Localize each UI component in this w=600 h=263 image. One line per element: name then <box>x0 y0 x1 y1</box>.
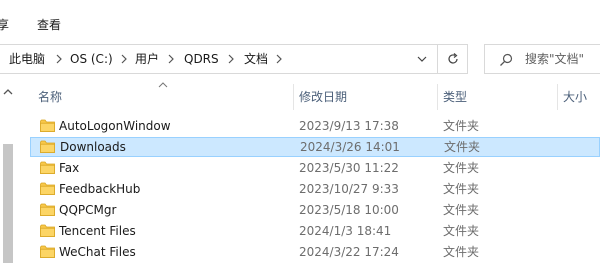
scrollbar-thumb[interactable] <box>3 144 13 263</box>
folder-icon <box>40 203 55 216</box>
file-name: QQPCMgr <box>59 203 117 217</box>
breadcrumb-drive-c[interactable]: OS (C:) <box>70 45 113 73</box>
folder-icon <box>40 140 55 153</box>
file-date-modified: 2023/10/27 9:33 <box>299 182 399 196</box>
file-type: 文件夹 <box>443 245 480 259</box>
file-type: 文件夹 <box>443 182 480 196</box>
folder-icon <box>40 182 55 195</box>
file-row[interactable]: AutoLogonWindow 2023/9/13 17:38 文件夹 <box>30 116 600 136</box>
file-name: Fax <box>59 161 80 175</box>
scroll-up-arrow-icon[interactable] <box>3 88 13 96</box>
file-type: 文件夹 <box>443 119 480 133</box>
column-header-name[interactable]: 名称 <box>38 84 62 110</box>
refresh-icon <box>448 53 458 64</box>
chevron-right-icon[interactable] <box>166 54 176 64</box>
folder-icon <box>40 224 55 237</box>
file-name: WeChat Files <box>59 245 136 259</box>
file-date-modified: 2023/5/18 10:00 <box>299 203 399 217</box>
file-row[interactable]: Fax 2023/5/30 11:22 文件夹 <box>30 158 600 178</box>
chevron-right-icon[interactable] <box>226 54 236 64</box>
navigation-pane-scrollbar[interactable] <box>0 84 16 263</box>
refresh-button[interactable] <box>437 45 467 73</box>
breadcrumb-qdrs[interactable]: QDRS <box>184 45 219 73</box>
file-date-modified: 2024/1/3 18:41 <box>299 224 392 238</box>
file-type: 文件夹 <box>443 161 480 175</box>
file-date-modified: 2024/3/22 17:24 <box>299 245 399 259</box>
folder-icon <box>40 161 55 174</box>
address-history-dropdown[interactable] <box>407 45 437 73</box>
file-row[interactable]: Downloads 2024/3/26 14:01 文件夹 <box>30 137 600 157</box>
chevron-right-icon[interactable] <box>274 54 284 64</box>
file-type: 文件夹 <box>443 203 480 217</box>
breadcrumb-this-pc[interactable]: 此电脑 <box>9 45 45 73</box>
folder-icon <box>40 245 55 258</box>
breadcrumb-documents[interactable]: 文档 <box>244 45 268 73</box>
file-name: AutoLogonWindow <box>59 119 171 133</box>
search-input[interactable]: 搜索"文档" <box>525 45 584 73</box>
file-row[interactable]: FeedbackHub 2023/10/27 9:33 文件夹 <box>30 179 600 199</box>
file-row[interactable]: Tencent Files 2024/1/3 18:41 文件夹 <box>30 221 600 241</box>
file-type: 文件夹 <box>444 140 481 154</box>
chevron-down-icon <box>417 56 427 62</box>
ribbon: 享 查看 <box>0 0 600 38</box>
file-row[interactable]: WeChat Files 2024/3/22 17:24 文件夹 <box>30 242 600 262</box>
ribbon-tab-view[interactable]: 查看 <box>37 17 61 33</box>
chevron-right-icon[interactable] <box>119 54 129 64</box>
column-header-date-modified[interactable]: 修改日期 <box>299 84 347 110</box>
column-divider[interactable] <box>437 84 438 110</box>
ribbon-tab-share[interactable]: 享 <box>0 17 9 33</box>
file-date-modified: 2023/5/30 11:22 <box>299 161 399 175</box>
folder-icon <box>40 119 55 132</box>
chevron-right-icon[interactable] <box>54 54 64 64</box>
file-explorer-window: 享 查看 此电脑 OS (C:) 用户 QDRS 文档 搜索"文档" 名称 修改… <box>0 0 600 263</box>
file-type: 文件夹 <box>443 224 480 238</box>
file-name: Tencent Files <box>59 224 136 238</box>
file-date-modified: 2023/9/13 17:38 <box>299 119 399 133</box>
search-box[interactable]: 搜索"文档" <box>484 44 600 74</box>
column-divider[interactable] <box>557 84 558 110</box>
file-name: FeedbackHub <box>59 182 141 196</box>
column-divider[interactable] <box>293 84 294 110</box>
address-bar[interactable]: 此电脑 OS (C:) 用户 QDRS 文档 <box>0 44 468 74</box>
column-header-size[interactable]: 大小 <box>563 84 587 110</box>
breadcrumb-users[interactable]: 用户 <box>135 45 159 73</box>
sort-ascending-icon <box>158 82 168 88</box>
file-row[interactable]: QQPCMgr 2023/5/18 10:00 文件夹 <box>30 200 600 220</box>
file-date-modified: 2024/3/26 14:01 <box>300 140 400 154</box>
search-icon <box>500 53 513 66</box>
file-name: Downloads <box>60 140 126 154</box>
column-header-type[interactable]: 类型 <box>443 84 467 110</box>
